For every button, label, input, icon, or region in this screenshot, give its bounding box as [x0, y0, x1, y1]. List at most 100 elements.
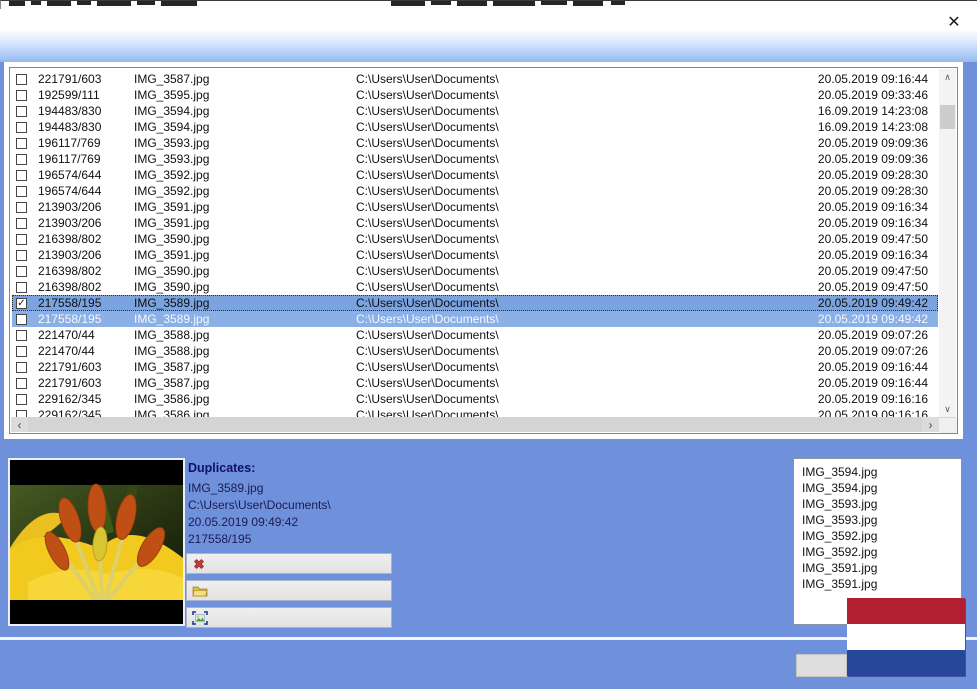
scroll-down-icon[interactable]: ∨ — [939, 401, 956, 417]
row-checkbox[interactable] — [16, 105, 27, 117]
table-row[interactable]: 216398/802 IMG_3590.jpg C:\Users\User\Do… — [12, 263, 938, 279]
group-list-item[interactable]: IMG_3592.jpg — [794, 528, 961, 544]
table-row[interactable]: 216398/802 IMG_3590.jpg C:\Users\User\Do… — [12, 279, 938, 295]
open-folder-button[interactable] — [186, 580, 392, 601]
table-row[interactable]: 221791/603 IMG_3587.jpg C:\Users\User\Do… — [12, 359, 938, 375]
row-path: C:\Users\User\Documents\ — [356, 184, 499, 198]
scroll-left-icon[interactable]: ‹ — [11, 417, 28, 432]
row-date: 20.05.2019 09:09:36 — [817, 136, 928, 150]
row-checkbox[interactable] — [16, 313, 27, 325]
table-row[interactable]: 196574/644 IMG_3592.jpg C:\Users\User\Do… — [12, 183, 938, 199]
row-size: 192599/111 — [38, 88, 100, 102]
table-row[interactable]: 217558/195 IMG_3589.jpg C:\Users\User\Do… — [12, 311, 938, 327]
row-checkbox[interactable] — [16, 265, 27, 277]
row-checkbox[interactable] — [16, 121, 27, 133]
scroll-right-icon[interactable]: › — [922, 417, 939, 432]
bottom-gray-button[interactable] — [796, 654, 847, 677]
row-checkbox[interactable] — [16, 233, 27, 245]
row-checkbox[interactable] — [16, 345, 27, 357]
group-list-item[interactable]: IMG_3592.jpg — [794, 544, 961, 560]
row-checkbox[interactable] — [16, 217, 27, 229]
table-row[interactable]: 229162/345 IMG_3586.jpg C:\Users\User\Do… — [12, 391, 938, 407]
vertical-scrollbar-thumb[interactable] — [940, 105, 955, 129]
row-checkbox[interactable] — [16, 377, 27, 389]
row-checkbox-cell — [12, 87, 38, 103]
table-row[interactable]: 196574/644 IMG_3592.jpg C:\Users\User\Do… — [12, 167, 938, 183]
scroll-up-icon[interactable]: ∧ — [939, 69, 956, 85]
group-list-item[interactable]: IMG_3594.jpg — [794, 464, 961, 480]
row-checkbox[interactable] — [16, 185, 27, 197]
table-row[interactable]: 221470/44 IMG_3588.jpg C:\Users\User\Doc… — [12, 327, 938, 343]
row-filename: IMG_3590.jpg — [134, 232, 210, 246]
horizontal-scrollbar[interactable]: ‹ › — [11, 417, 956, 432]
delete-file-button[interactable] — [186, 553, 392, 574]
group-list-item[interactable]: IMG_3591.jpg — [794, 576, 961, 592]
row-checkbox[interactable] — [16, 73, 27, 85]
row-checkbox[interactable] — [16, 137, 27, 149]
row-checkbox[interactable] — [16, 249, 27, 261]
table-row[interactable]: 192599/111 IMG_3595.jpg C:\Users\User\Do… — [12, 87, 938, 103]
row-date: 20.05.2019 09:16:16 — [817, 392, 928, 406]
file-list[interactable]: 221791/603 IMG_3587.jpg C:\Users\User\Do… — [9, 67, 958, 434]
row-path: C:\Users\User\Documents\ — [356, 200, 499, 214]
row-checkbox-cell — [12, 183, 38, 199]
row-date: 20.05.2019 09:16:34 — [817, 200, 928, 214]
row-checkbox[interactable] — [16, 361, 27, 373]
duplicate-finder-dialog: ✕ 221791/603 IMG_3587.jpg C:\Users\User\… — [0, 0, 977, 689]
row-filename: IMG_3591.jpg — [134, 200, 210, 214]
row-path: C:\Users\User\Documents\ — [356, 360, 499, 374]
row-size: 216398/802 — [38, 232, 102, 246]
table-row[interactable]: 221791/603 IMG_3587.jpg C:\Users\User\Do… — [12, 71, 938, 87]
table-row[interactable]: 196117/769 IMG_3593.jpg C:\Users\User\Do… — [12, 151, 938, 167]
group-list-item[interactable]: IMG_3594.jpg — [794, 480, 961, 496]
table-row[interactable]: 194483/830 IMG_3594.jpg C:\Users\User\Do… — [12, 103, 938, 119]
details-timestamp: 20.05.2019 09:49:42 — [188, 515, 299, 529]
group-list-item[interactable]: IMG_3593.jpg — [794, 512, 961, 528]
row-checkbox[interactable] — [16, 153, 27, 165]
table-row[interactable]: 221470/44 IMG_3588.jpg C:\Users\User\Doc… — [12, 343, 938, 359]
row-date: 20.05.2019 09:33:46 — [817, 88, 928, 102]
table-row[interactable]: 194483/830 IMG_3594.jpg C:\Users\User\Do… — [12, 119, 938, 135]
table-row[interactable]: 216398/802 IMG_3590.jpg C:\Users\User\Do… — [12, 231, 938, 247]
clipped-window-title-strip — [0, 0, 977, 9]
group-list-item[interactable]: IMG_3593.jpg — [794, 496, 961, 512]
row-date: 20.05.2019 09:16:44 — [817, 376, 928, 390]
row-checkbox[interactable] — [16, 329, 27, 341]
row-checkbox-cell — [12, 391, 38, 407]
close-button[interactable]: ✕ — [939, 9, 969, 35]
table-row[interactable]: ✓ 217558/195 IMG_3589.jpg C:\Users\User\… — [12, 295, 938, 311]
row-size: 194483/830 — [38, 120, 102, 134]
view-image-button[interactable] — [186, 607, 392, 628]
row-checkbox[interactable] — [16, 409, 27, 417]
row-size: 217558/195 — [38, 296, 102, 310]
table-row[interactable]: 196117/769 IMG_3593.jpg C:\Users\User\Do… — [12, 135, 938, 151]
vertical-scrollbar[interactable]: ∧ ∨ — [939, 69, 956, 417]
row-checkbox[interactable] — [16, 201, 27, 213]
row-filename: IMG_3593.jpg — [134, 136, 210, 150]
row-filename: IMG_3593.jpg — [134, 152, 210, 166]
table-row[interactable]: 221791/603 IMG_3587.jpg C:\Users\User\Do… — [12, 375, 938, 391]
row-checkbox[interactable] — [16, 89, 27, 101]
row-checkbox[interactable] — [16, 281, 27, 293]
table-row[interactable]: 213903/206 IMG_3591.jpg C:\Users\User\Do… — [12, 215, 938, 231]
details-title: Duplicates: — [188, 461, 256, 475]
row-checkbox-cell — [12, 71, 38, 87]
row-path: C:\Users\User\Documents\ — [356, 72, 499, 86]
flag-stripe — [847, 624, 965, 650]
row-checkbox[interactable] — [16, 169, 27, 181]
netherlands-flag[interactable] — [847, 598, 965, 676]
table-row[interactable]: 213903/206 IMG_3591.jpg C:\Users\User\Do… — [12, 247, 938, 263]
row-filename: IMG_3591.jpg — [134, 216, 210, 230]
row-size: 213903/206 — [38, 216, 102, 230]
table-row[interactable]: 213903/206 IMG_3591.jpg C:\Users\User\Do… — [12, 199, 938, 215]
row-checkbox[interactable]: ✓ — [16, 297, 27, 309]
row-date: 20.05.2019 09:47:50 — [817, 232, 928, 246]
table-row[interactable]: 229162/345 IMG_3586.jpg C:\Users\User\Do… — [12, 407, 938, 417]
group-list-item[interactable]: IMG_3591.jpg — [794, 560, 961, 576]
row-date: 20.05.2019 09:16:44 — [817, 360, 928, 374]
row-checkbox[interactable] — [16, 393, 27, 405]
details-filename: IMG_3589.jpg — [188, 481, 264, 495]
row-filename: IMG_3595.jpg — [134, 88, 210, 102]
row-path: C:\Users\User\Documents\ — [356, 216, 499, 230]
row-filename: IMG_3594.jpg — [134, 104, 210, 118]
